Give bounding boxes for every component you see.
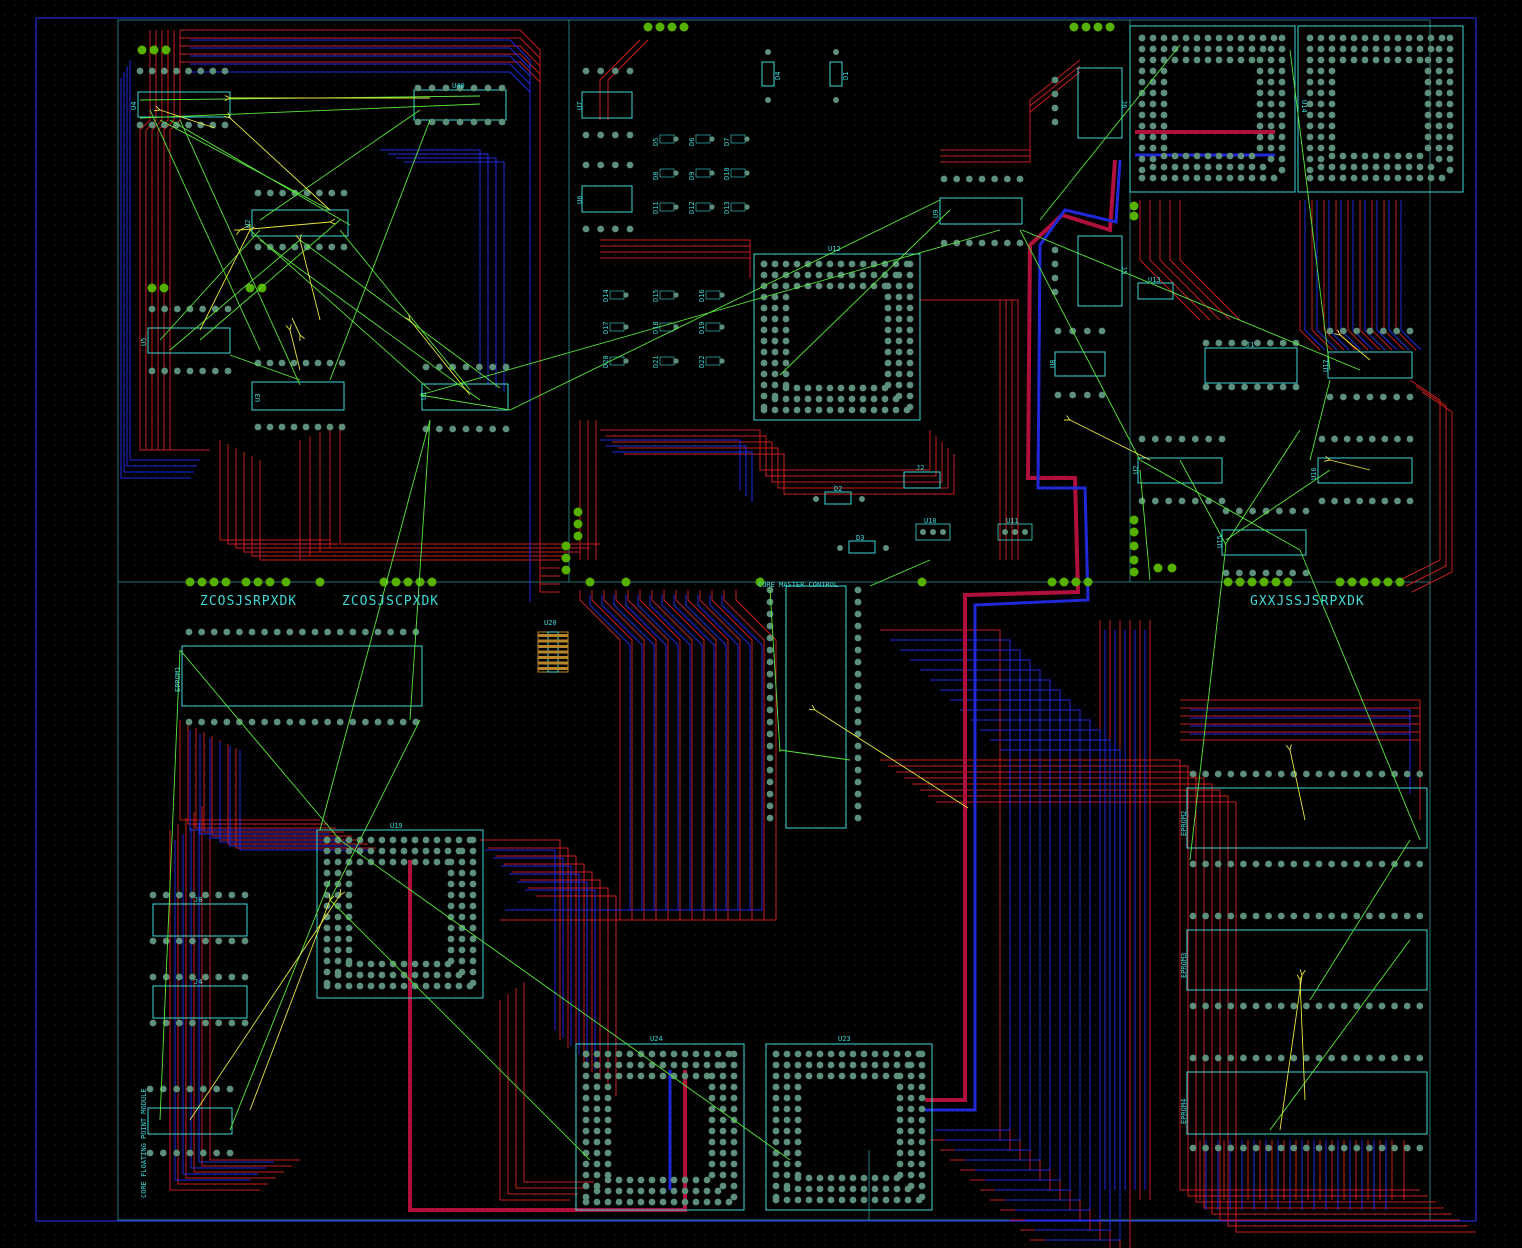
diode-label: D12 [688, 201, 696, 214]
diode-label: D14 [602, 289, 610, 302]
label-u16: U16 [1310, 467, 1318, 480]
label-d1: D1 [842, 72, 850, 80]
pcb-board-canvas[interactable]: ZCOSJSRPXDK ZCOSJSCPXDK GXXJSSJSRPXDK CO… [0, 0, 1522, 1248]
diode-label: D19 [698, 321, 706, 334]
label-u2: U2 [244, 220, 252, 228]
label-u5: U5 [140, 338, 148, 346]
diode-label: D17 [602, 321, 610, 334]
region-label-c: GXXJSSJSRPXDK [1250, 594, 1365, 609]
label-u1: U1 [420, 392, 428, 400]
diode-label: D11 [652, 201, 660, 214]
label-u12: U12 [828, 245, 841, 253]
label-eprom2: EPROM2 [1180, 811, 1188, 836]
diode-label: D10 [723, 167, 731, 180]
label-u3: U3 [254, 394, 262, 402]
floating-point-label: CORE FLOATING POINT MODULE [140, 1088, 148, 1198]
label-u4: U4 [130, 102, 138, 110]
label-eprom1: EPROM1 [174, 667, 182, 692]
label-u14: U14 [1300, 100, 1308, 113]
diode-label: D21 [652, 355, 660, 368]
diode-label: D13 [723, 201, 731, 214]
diode-label: D8 [652, 172, 660, 180]
label-u23: U23 [838, 1035, 851, 1043]
label-j6: J6 [1120, 100, 1128, 108]
label-u9: U9 [932, 210, 940, 218]
diode-label: D20 [602, 355, 610, 368]
label-j2: J2 [916, 464, 924, 472]
region-label-a: ZCOSJSRPXDK [200, 594, 297, 609]
diode-label: D18 [652, 321, 660, 334]
label-d4: D4 [774, 72, 782, 80]
region-label-b: ZCOSJSCPXDK [342, 594, 439, 609]
label-u17: U17 [1322, 359, 1330, 372]
label-u15: U15 [1216, 535, 1224, 548]
diode-label: D7 [723, 138, 731, 146]
diode-label: D22 [698, 355, 706, 368]
label-u11: U11 [1006, 517, 1019, 525]
label-u10: U10 [924, 517, 937, 525]
label-j4: J4 [194, 978, 202, 986]
label-j5: J5 [1120, 266, 1128, 274]
diode-label: D6 [688, 138, 696, 146]
diode-label: D16 [698, 289, 706, 302]
label-d3: D3 [856, 534, 864, 542]
diode-label: D15 [652, 289, 660, 302]
label-u20: U20 [544, 619, 557, 627]
label-u2b: U2 [1132, 466, 1140, 474]
label-u7: U7 [576, 102, 584, 110]
label-j1: J1 [1246, 341, 1254, 349]
diode-label: D9 [688, 172, 696, 180]
label-eprom3: EPROM3 [1180, 953, 1188, 978]
label-u13: U13 [1148, 276, 1161, 284]
label-u6: U6 [576, 196, 584, 204]
label-u24: U24 [650, 1035, 663, 1043]
label-u8: U8 [1049, 360, 1057, 368]
label-d2: D2 [834, 485, 842, 493]
label-j8: J8 [194, 896, 202, 904]
label-eprom4: EPROM4 [1180, 1099, 1188, 1124]
label-u40: U40 [452, 82, 465, 90]
core-master-label: CORE MASTER CONTROL [758, 581, 838, 589]
diode-label: D5 [652, 138, 660, 146]
label-u19: U19 [390, 822, 403, 830]
